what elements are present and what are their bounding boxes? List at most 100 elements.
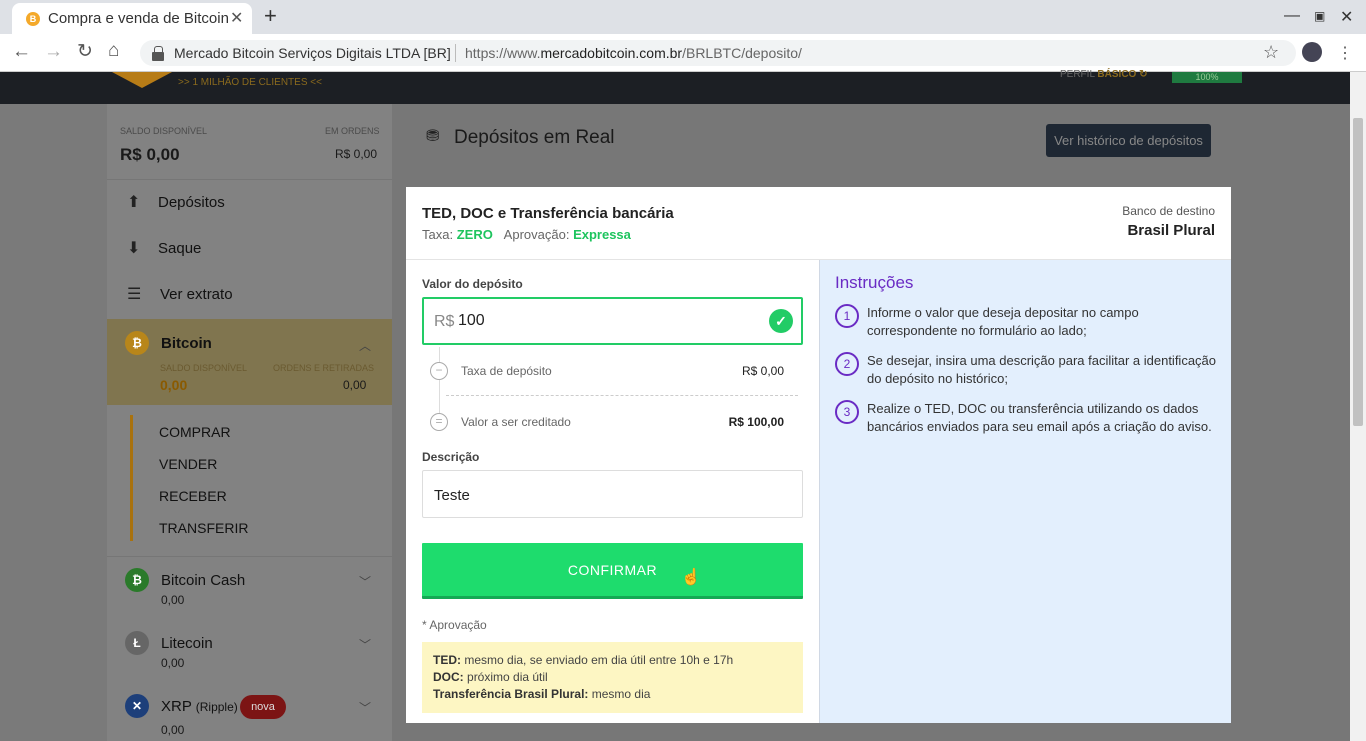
profile-level[interactable]: PERFIL BÁSICO ↻ [1060, 69, 1148, 80]
coin-value: 0,00 [161, 593, 185, 607]
clients-tagline: >> 1 MILHÃO DE CLIENTES << [178, 77, 322, 88]
litecoin-icon: Ł [125, 631, 149, 655]
note-label: DOC: [433, 670, 464, 684]
saldo-value: R$ 0,00 [120, 145, 180, 164]
profile-avatar[interactable] [1302, 42, 1322, 62]
note-label: TED: [433, 653, 461, 667]
coin-name: Bitcoin [161, 335, 212, 352]
note-transfer: Transferência Brasil Plural: mesmo dia [433, 686, 792, 703]
note-label: Transferência Brasil Plural: [433, 687, 589, 701]
forward-icon[interactable]: → [44, 42, 63, 62]
instructions-title: Instruções [835, 273, 914, 292]
history-button[interactable]: Ver histórico de depósitos [1046, 124, 1211, 157]
deposit-modal: TED, DOC e Transferência bancária Taxa: … [406, 187, 1231, 723]
note-doc: DOC: próximo dia útil [433, 669, 792, 686]
sidebar-item-bitcoin-cash[interactable]: ₿ Bitcoin Cash 0,00 ﹀ [107, 557, 392, 619]
btc-ordens-label: ORDENS E RETIRADAS [273, 363, 375, 373]
omnibox-divider [455, 44, 456, 62]
aprov-value: Expressa [573, 227, 631, 242]
note-ted: TED: mesmo dia, se enviado em dia útil e… [433, 652, 792, 669]
list-icon: ☰ [127, 286, 142, 303]
fee-value: R$ 0,00 [741, 364, 784, 378]
scrollbar-thumb[interactable] [1353, 118, 1363, 426]
sidebar-item-depositos[interactable]: ⬆ Depósitos [107, 180, 392, 226]
step-text: Se desejar, insira uma descrição para fa… [867, 353, 1217, 386]
upload-icon: ⬆ [127, 194, 141, 211]
new-badge: nova [240, 695, 286, 719]
currency-prefix: R$ [434, 313, 455, 330]
coin-suffix: (Ripple) [195, 700, 238, 714]
bitcoin-favicon-icon: B [26, 12, 40, 26]
url-text[interactable]: https://www.mercadobitcoin.com.br/BRLBTC… [465, 45, 802, 61]
approval-note-title: * Aprovação [422, 618, 487, 632]
back-icon[interactable]: ← [12, 42, 31, 62]
submenu-indicator [130, 415, 133, 541]
step-number: 3 [835, 400, 859, 424]
banco-name: Brasil Plural [1127, 222, 1215, 239]
lock-icon-body[interactable] [152, 52, 164, 61]
chevron-down-icon[interactable]: ﹀ [359, 573, 371, 590]
browser-tab[interactable]: B Compra e venda de Bitcoin ✕ [12, 3, 252, 34]
sidebar-item-saque[interactable]: ⬇ Saque [107, 226, 392, 272]
banco-label: Banco de destino [1122, 204, 1215, 218]
perfil-label: PERFIL [1060, 69, 1095, 80]
download-icon: ⬇ [127, 240, 141, 257]
note-text: mesmo dia [591, 687, 651, 701]
home-icon[interactable]: ⌂ [108, 41, 119, 61]
submenu-comprar[interactable]: COMPRAR [159, 424, 231, 440]
step-text: Informe o valor que deseja depositar no … [867, 305, 1139, 338]
approval-note-box: TED: mesmo dia, se enviado em dia útil e… [422, 642, 803, 713]
bitcoin-cash-icon: ₿ [125, 568, 149, 592]
confirm-button[interactable]: CONFIRMAR [422, 543, 803, 599]
browser-menu-icon[interactable]: ⋮ [1337, 43, 1353, 63]
credit-label: Valor a ser creditado [461, 415, 571, 429]
aprov-label: Aprovação: [503, 227, 570, 242]
site-identity[interactable]: Mercado Bitcoin Serviços Digitais LTDA [… [174, 45, 451, 61]
ordens-label: EM ORDENS [325, 126, 380, 136]
window-close-icon[interactable]: ✕ [1340, 7, 1353, 27]
btc-saldo-label: SALDO DISPONÍVEL [160, 363, 248, 373]
minimize-icon[interactable]: — [1284, 7, 1300, 25]
check-icon: ✓ [769, 309, 793, 333]
sidebar-item-litecoin[interactable]: Ł Litecoin 0,00 ﹀ [107, 620, 392, 682]
submenu-transferir[interactable]: TRANSFERIR [159, 520, 248, 536]
tab-title: Compra e venda de Bitcoin [48, 10, 229, 27]
step-text: Realize o TED, DOC ou transferência util… [867, 401, 1212, 434]
sidebar-item-extrato[interactable]: ☰ Ver extrato [107, 272, 392, 318]
modal-header: TED, DOC e Transferência bancária Taxa: … [406, 187, 1231, 260]
description-input[interactable] [434, 485, 774, 505]
refresh-icon: ↻ [1139, 69, 1148, 80]
desc-label: Descrição [422, 450, 480, 464]
saldo-label: SALDO DISPONÍVEL [120, 126, 208, 136]
ordens-value: R$ 0,00 [335, 147, 378, 161]
chevron-down-icon[interactable]: ﹀ [359, 699, 371, 716]
chevron-up-icon[interactable]: ︿ [359, 337, 371, 354]
taxa-value: ZERO [456, 227, 493, 242]
coin-name: Litecoin [161, 635, 213, 652]
btc-ordens-value: 0,00 [343, 378, 367, 392]
bookmark-star-icon[interactable]: ☆ [1263, 42, 1279, 63]
description-field[interactable] [422, 470, 803, 518]
submenu-receber[interactable]: RECEBER [159, 488, 227, 504]
url-prefix: https://www. [465, 45, 541, 61]
url-domain: mercadobitcoin.com.br [540, 45, 683, 61]
profile-progress-bar: 100% [1172, 72, 1242, 83]
coin-name: Bitcoin Cash [161, 572, 246, 589]
amount-field[interactable]: R$ ✓ [422, 297, 803, 345]
sidebar-item-bitcoin[interactable]: ₿ Bitcoin ︿ SALDO DISPONÍVEL 0,00 ORDENS… [107, 319, 392, 405]
btc-saldo-value: 0,00 [160, 377, 188, 393]
chevron-down-icon[interactable]: ﹀ [359, 636, 371, 653]
instructions-panel: Instruções 1 Informe o valor que deseja … [819, 260, 1231, 723]
fee-approval-row: Taxa: ZERO Aprovação: Expressa [422, 227, 631, 242]
taxa-label: Taxa: [422, 227, 454, 242]
reload-icon[interactable]: ↻ [77, 42, 93, 62]
maximize-icon[interactable]: ▣ [1314, 9, 1325, 23]
tab-close-icon[interactable]: ✕ [230, 8, 243, 28]
valor-label: Valor do depósito [422, 277, 523, 291]
amount-input[interactable] [458, 310, 708, 332]
new-tab-icon[interactable]: + [264, 4, 277, 28]
submenu-vender[interactable]: VENDER [159, 456, 217, 472]
breakdown-connector [439, 347, 440, 419]
minus-icon: − [430, 362, 448, 380]
note-text: mesmo dia, se enviado em dia útil entre … [464, 653, 734, 667]
